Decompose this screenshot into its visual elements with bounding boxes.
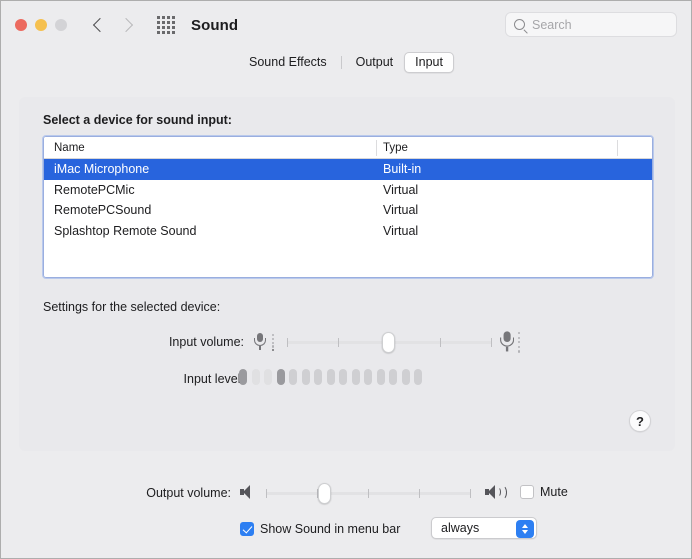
device-type: Virtual: [374, 224, 612, 238]
device-name: iMac Microphone: [44, 162, 374, 176]
select-device-label: Select a device for sound input:: [43, 113, 232, 127]
input-level-label: Input level:: [119, 372, 244, 386]
device-table[interactable]: Name Type iMac Microphone Built-in Remot…: [43, 136, 653, 278]
menu-bar-row: Show Sound in menu bar always: [1, 519, 692, 545]
speaker-mute-icon: [240, 484, 254, 500]
page-title: Sound: [191, 17, 238, 34]
menu-bar-visibility-value: always: [441, 521, 479, 535]
input-settings-panel: Select a device for sound input: Name Ty…: [19, 97, 675, 451]
speaker-loud-icon: [485, 484, 499, 500]
traffic-lights: [15, 19, 67, 31]
back-chevron-icon[interactable]: [93, 19, 105, 31]
sound-preferences-window: Sound Search Sound Effects Output Input …: [0, 0, 692, 559]
input-volume-slider[interactable]: [287, 333, 492, 351]
tab-separator: [341, 56, 342, 69]
output-volume-slider[interactable]: [266, 484, 471, 502]
device-name: Splashtop Remote Sound: [44, 224, 374, 238]
device-table-header: Name Type: [44, 137, 652, 159]
slider-thumb[interactable]: [382, 332, 395, 353]
zoom-window-button[interactable]: [55, 19, 67, 31]
microphone-small-icon: [253, 333, 266, 351]
search-field[interactable]: Search: [505, 12, 677, 37]
search-icon: [514, 19, 525, 30]
tab-output[interactable]: Output: [345, 52, 405, 73]
table-row[interactable]: iMac Microphone Built-in: [44, 159, 652, 180]
window-toolbar: Sound Search: [1, 1, 691, 49]
mute-checkbox[interactable]: [520, 485, 534, 499]
help-button[interactable]: ?: [629, 410, 651, 432]
show-sound-in-menu-bar-checkbox[interactable]: [240, 522, 254, 536]
device-name: RemotePCMic: [44, 183, 374, 197]
tab-sound-effects[interactable]: Sound Effects: [238, 52, 338, 73]
slider-tick: [338, 338, 339, 347]
device-type: Virtual: [374, 203, 612, 217]
show-all-grid-icon[interactable]: [157, 16, 175, 34]
show-sound-in-menu-bar-label: Show Sound in menu bar: [260, 522, 400, 536]
close-window-button[interactable]: [15, 19, 27, 31]
table-row[interactable]: RemotePCMic Virtual: [44, 180, 652, 201]
column-header-name[interactable]: Name: [44, 142, 374, 154]
column-divider-1[interactable]: [376, 140, 377, 156]
tab-bar: Sound Effects Output Input: [1, 49, 691, 83]
slider-tick: [419, 489, 420, 498]
search-placeholder: Search: [532, 18, 572, 32]
output-volume-row: Output volume: Mute: [1, 482, 692, 506]
slider-tick: [440, 338, 441, 347]
settings-label: Settings for the selected device:: [43, 300, 220, 314]
forward-chevron-icon[interactable]: [121, 19, 133, 31]
slider-tick: [287, 338, 288, 347]
column-divider-2[interactable]: [617, 140, 618, 156]
tab-input[interactable]: Input: [404, 52, 454, 73]
input-volume-label: Input volume:: [119, 335, 244, 349]
slider-thumb[interactable]: [318, 483, 331, 504]
device-name: RemotePCSound: [44, 203, 374, 217]
slider-tick: [491, 338, 492, 347]
slider-tick: [470, 489, 471, 498]
mute-label: Mute: [540, 485, 568, 499]
slider-tick: [368, 489, 369, 498]
device-type: Virtual: [374, 183, 612, 197]
minimize-window-button[interactable]: [35, 19, 47, 31]
microphone-large-icon: [499, 331, 514, 352]
input-volume-row: Input volume:: [19, 331, 675, 355]
navigation-buttons: [93, 19, 133, 31]
table-row[interactable]: RemotePCSound Virtual: [44, 200, 652, 221]
input-level-meter: [239, 369, 422, 385]
device-type: Built-in: [374, 162, 612, 176]
menu-bar-visibility-select[interactable]: always: [431, 517, 537, 539]
microphone-small-level-dots: [272, 334, 274, 351]
slider-tick: [266, 489, 267, 498]
table-row[interactable]: Splashtop Remote Sound Virtual: [44, 221, 652, 242]
microphone-large-level-dots: [518, 332, 520, 353]
output-volume-label: Output volume:: [61, 486, 231, 500]
chevron-updown-icon[interactable]: [516, 520, 534, 538]
column-header-type[interactable]: Type: [374, 142, 612, 154]
